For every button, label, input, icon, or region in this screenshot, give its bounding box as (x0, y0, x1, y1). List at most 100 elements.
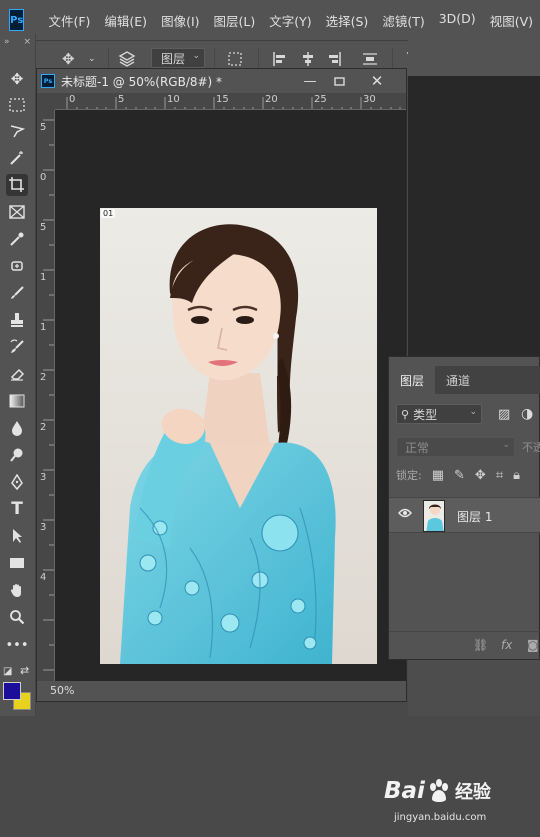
chevron-down-icon: ⌄ (502, 440, 510, 450)
adjustment-filter-icon[interactable]: ◑ (521, 406, 533, 422)
pen-tool[interactable] (6, 471, 28, 493)
ruler-label: 0 (40, 172, 47, 183)
opacity-label: 不透 (522, 441, 540, 454)
blur-tool[interactable] (6, 417, 28, 439)
ruler-label: 15 (216, 94, 229, 105)
lock-position-icon[interactable]: ✥ (475, 468, 486, 483)
link-layers-icon[interactable]: ⛓ (473, 638, 488, 652)
lock-artboard-icon[interactable]: ⌗ (496, 468, 503, 483)
canvas-area[interactable]: 01 (55, 110, 406, 683)
separator (392, 48, 393, 68)
lock-pixels-icon[interactable]: ✎ (454, 468, 465, 483)
healing-brush-tool[interactable] (6, 255, 28, 277)
portrait-photo[interactable] (100, 208, 377, 664)
ruler-label: 20 (265, 94, 278, 105)
distribute-icon[interactable] (362, 50, 378, 68)
lock-all-icon[interactable]: 🔒︎ (513, 468, 520, 483)
frame-tool[interactable] (6, 201, 28, 223)
blend-mode-dropdown[interactable]: 正常 ⌄ (396, 437, 515, 457)
swap-colors-icon[interactable]: ⇄ (20, 664, 29, 677)
layer-thumbnail[interactable] (423, 500, 445, 532)
layers-panel-footer: ⛓ fx ◙ (389, 631, 540, 659)
ruler-label: 5 (40, 222, 47, 233)
watermark-brand-left: Bai (384, 778, 425, 804)
path-selection-tool[interactable] (6, 525, 28, 547)
eyedropper-tool[interactable] (6, 228, 28, 250)
document-title-bar[interactable]: Ps 未标题-1 @ 50%(RGB/8#) * — ✕ (37, 69, 406, 93)
vertical-ruler[interactable]: 5 0 5 1 1 2 2 3 3 4 (37, 110, 55, 683)
tools-panel-header: » × (0, 34, 35, 50)
align-center-icon[interactable] (300, 50, 316, 68)
layer-filter-value: 类型 (413, 407, 438, 422)
rectangle-tool[interactable] (6, 552, 28, 574)
menu-file[interactable]: 文件(F) (41, 11, 97, 30)
align-left-icon[interactable] (272, 50, 288, 68)
history-brush-tool[interactable] (6, 336, 28, 358)
collapse-icon[interactable]: » (4, 37, 10, 47)
horizontal-ruler[interactable]: 0 5 10 15 20 25 30 (55, 93, 406, 110)
move-icon[interactable]: ✥ (62, 50, 75, 68)
more-tools-icon[interactable]: ••• (6, 634, 29, 656)
magic-wand-tool[interactable] (6, 147, 28, 169)
menu-edit[interactable]: 编辑(E) (97, 11, 154, 30)
chevron-down-icon[interactable]: ⌄ (88, 50, 96, 68)
ruler-label: 1 (40, 272, 47, 283)
layer-name[interactable]: 图层 1 (457, 508, 492, 525)
visibility-eye-icon[interactable] (398, 507, 412, 522)
photoshop-window: Ps 文件(F) 编辑(E) 图像(I) 图层(L) 文字(Y) 选择(S) 滤… (0, 0, 540, 837)
panel-dock-fill (408, 660, 540, 716)
auto-select-icon[interactable] (118, 50, 136, 68)
dodge-tool[interactable] (6, 444, 28, 466)
type-tool[interactable]: T (6, 498, 28, 520)
lasso-tool[interactable] (6, 120, 28, 142)
menu-3d[interactable]: 3D(D) (432, 11, 483, 30)
menu-type[interactable]: 文字(Y) (262, 11, 318, 30)
menu-layer[interactable]: 图层(L) (207, 11, 263, 30)
photo-layer-badge: 01 (101, 209, 116, 218)
brush-tool[interactable] (6, 282, 28, 304)
clone-stamp-tool[interactable] (6, 309, 28, 331)
marquee-tool[interactable] (6, 94, 28, 116)
eraser-tool[interactable] (6, 363, 28, 385)
fx-icon[interactable]: fx (501, 638, 512, 652)
transform-controls-icon[interactable] (226, 50, 244, 68)
auto-select-value: 图层 (161, 51, 186, 66)
document-window: Ps 未标题-1 @ 50%(RGB/8#) * — ✕ 0 5 10 15 2… (36, 68, 407, 702)
search-icon: ⚲ (401, 407, 410, 421)
layer-filter-dropdown[interactable]: ⚲ 类型 ⌄ (396, 404, 482, 424)
maximize-icon[interactable] (330, 72, 348, 90)
ruler-label: 30 (363, 94, 376, 105)
menu-select[interactable]: 选择(S) (319, 11, 376, 30)
menu-items: 文件(F) 编辑(E) 图像(I) 图层(L) 文字(Y) 选择(S) 滤镜(T… (41, 11, 540, 30)
crop-tool[interactable] (6, 174, 28, 196)
align-right-icon[interactable] (326, 50, 342, 68)
lock-row: 锁定: ▦ ✎ ✥ ⌗ 🔒︎ (396, 467, 520, 483)
layer-row[interactable]: 图层 1 (389, 497, 540, 533)
lock-transparency-icon[interactable]: ▦ (432, 468, 444, 483)
image-filter-icon[interactable]: ▨ (498, 407, 510, 422)
minimize-icon[interactable]: — (301, 72, 319, 90)
zoom-level[interactable]: 50% (50, 684, 74, 697)
ruler-label: 4 (40, 572, 47, 583)
gradient-tool[interactable] (6, 390, 28, 412)
zoom-tool[interactable] (6, 606, 28, 628)
foreground-color-swatch[interactable] (3, 682, 21, 700)
default-colors-icon[interactable]: ◪ (3, 666, 12, 677)
menu-image[interactable]: 图像(I) (154, 11, 206, 30)
move-tool[interactable]: ✥ (6, 68, 28, 90)
layer-mask-icon[interactable]: ◙ (527, 638, 539, 652)
panel-tabs: 图层 通道 (389, 366, 540, 394)
hand-tool[interactable] (6, 579, 28, 601)
close-icon[interactable]: ✕ (368, 72, 386, 90)
tab-layers[interactable]: 图层 (389, 366, 436, 394)
blend-mode-value: 正常 (405, 440, 430, 455)
chevron-down-icon: ⌄ (469, 407, 477, 417)
menu-filter[interactable]: 滤镜(T) (375, 11, 431, 30)
tab-channels[interactable]: 通道 (435, 366, 481, 394)
auto-select-dropdown[interactable]: 图层 ⌄ (151, 48, 205, 68)
ruler-label: 3 (40, 522, 47, 533)
close-icon[interactable]: × (23, 37, 31, 47)
watermark-url: jingyan.baidu.com (394, 812, 487, 823)
menu-view[interactable]: 视图(V) (483, 11, 540, 30)
ruler-origin[interactable] (37, 93, 55, 110)
